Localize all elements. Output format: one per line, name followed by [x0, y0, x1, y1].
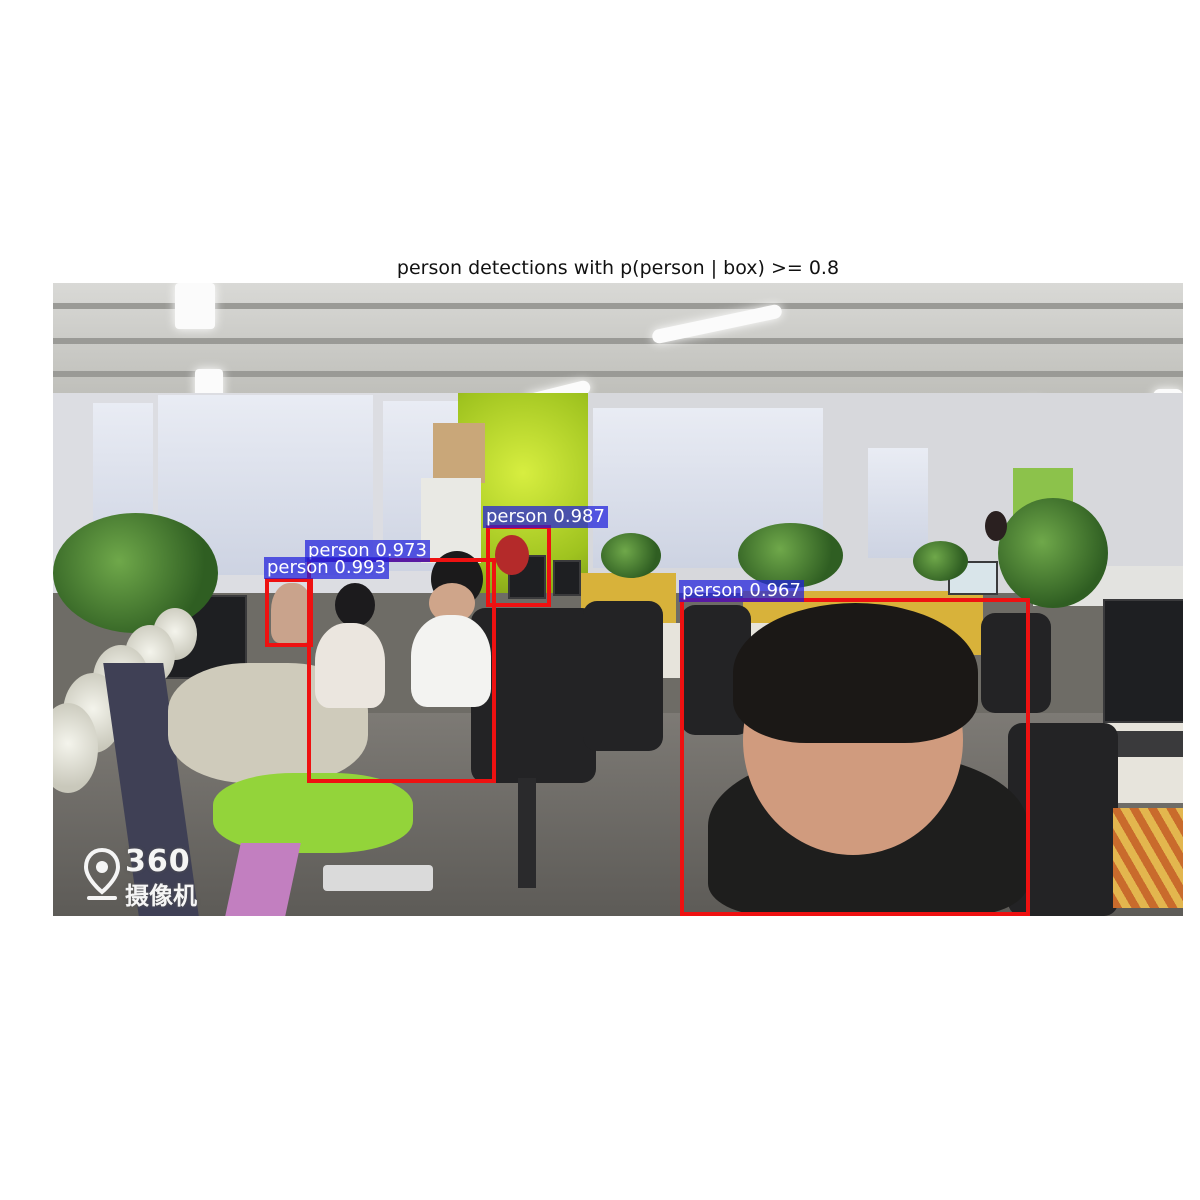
- plant: [53, 513, 218, 633]
- window: [868, 448, 928, 558]
- cabinet: [421, 478, 481, 563]
- cushion: [213, 773, 413, 853]
- ceiling-light: [175, 283, 215, 329]
- detection-box: [265, 578, 313, 647]
- plant: [601, 533, 661, 578]
- cushion: [1113, 808, 1183, 908]
- plant: [913, 541, 968, 581]
- plant: [998, 498, 1108, 608]
- watermark-brand: 360: [125, 844, 191, 879]
- watermark-logo: 360 摄像机: [81, 844, 221, 910]
- detection-label: person 0.993: [264, 557, 389, 579]
- figure-title: person detections with p(person | box) >…: [396, 257, 840, 279]
- monitor: [553, 560, 581, 596]
- plant: [738, 523, 843, 588]
- detection-label: person 0.967: [679, 580, 804, 602]
- location-pin-icon: [83, 848, 121, 900]
- person-head: [985, 511, 1007, 541]
- ceiling-beam: [53, 338, 1183, 344]
- ceiling-beam: [53, 303, 1183, 309]
- detection-box: [680, 598, 1030, 916]
- monitor: [1103, 599, 1183, 723]
- phone: [323, 865, 433, 891]
- watermark-subtitle: 摄像机: [125, 882, 197, 910]
- office-photo: 360 摄像机 person 0.987 person 0.973 person…: [53, 283, 1183, 916]
- detection-label: person 0.987: [483, 506, 608, 528]
- cardboard-boxes: [433, 423, 485, 483]
- office-chair: [583, 601, 663, 751]
- detection-box: [307, 558, 496, 783]
- chair-base: [518, 778, 536, 888]
